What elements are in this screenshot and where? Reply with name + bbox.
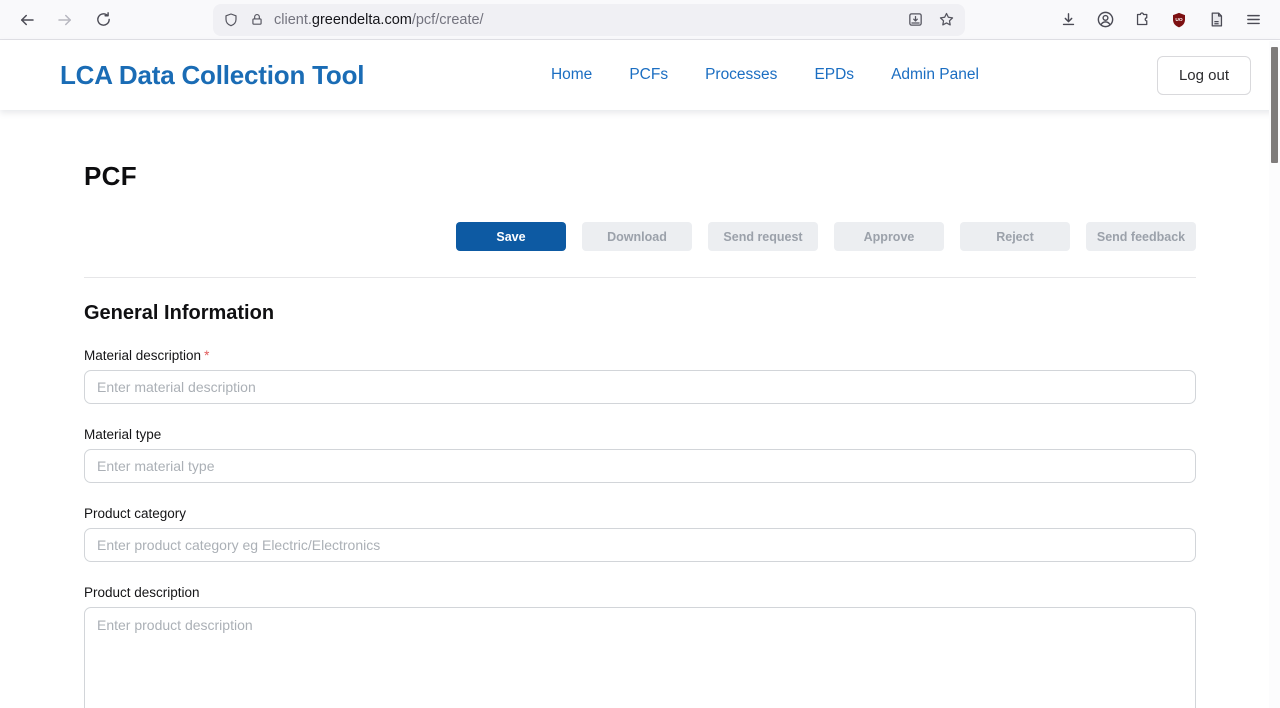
main-nav: Home PCFs Processes EPDs Admin Panel bbox=[551, 66, 979, 84]
product-description-label: Product description bbox=[84, 585, 1196, 600]
url-bar[interactable]: client.greendelta.com/pcf/create/ bbox=[213, 4, 965, 36]
refresh-icon[interactable] bbox=[88, 5, 118, 35]
product-category-input[interactable] bbox=[84, 528, 1196, 562]
nav-item-home[interactable]: Home bbox=[551, 66, 592, 84]
ublock-shield-icon[interactable]: UO bbox=[1164, 5, 1194, 35]
product-category-label: Product category bbox=[84, 506, 1196, 521]
lock-icon[interactable] bbox=[250, 12, 264, 27]
field-material-description: Material description* bbox=[84, 348, 1196, 404]
brand-title[interactable]: LCA Data Collection Tool bbox=[60, 60, 364, 91]
send-request-button[interactable]: Send request bbox=[708, 222, 818, 251]
url-path: /pcf/create/ bbox=[412, 12, 484, 28]
action-buttons-row: Save Download Send request Approve Rejec… bbox=[84, 222, 1196, 251]
save-button[interactable]: Save bbox=[456, 222, 566, 251]
extensions-icon[interactable] bbox=[1127, 5, 1157, 35]
field-product-description: Product description bbox=[84, 585, 1196, 708]
page-scrollbar-track[interactable] bbox=[1269, 41, 1280, 708]
site-header: LCA Data Collection Tool Home PCFs Proce… bbox=[0, 40, 1280, 110]
ublock-label: UO bbox=[1175, 17, 1183, 23]
download-button[interactable]: Download bbox=[582, 222, 692, 251]
material-type-input[interactable] bbox=[84, 449, 1196, 483]
field-material-type: Material type bbox=[84, 427, 1196, 483]
required-asterisk: * bbox=[204, 348, 209, 363]
reject-button[interactable]: Reject bbox=[960, 222, 1070, 251]
document-icon[interactable] bbox=[1201, 5, 1231, 35]
product-description-textarea[interactable] bbox=[84, 607, 1196, 708]
shield-icon[interactable] bbox=[223, 12, 239, 28]
download-icon[interactable] bbox=[1053, 5, 1083, 35]
logout-button[interactable]: Log out bbox=[1157, 56, 1251, 95]
main-content: PCF Save Download Send request Approve R… bbox=[0, 163, 1280, 708]
field-product-category: Product category bbox=[84, 506, 1196, 562]
back-icon[interactable] bbox=[12, 5, 42, 35]
nav-item-pcfs[interactable]: PCFs bbox=[629, 66, 668, 84]
page-title: PCF bbox=[84, 163, 1196, 189]
material-description-label: Material description* bbox=[84, 348, 1196, 363]
url-domain: greendelta.com bbox=[312, 12, 412, 28]
material-description-input[interactable] bbox=[84, 370, 1196, 404]
menu-icon[interactable] bbox=[1238, 5, 1268, 35]
nav-item-epds[interactable]: EPDs bbox=[814, 66, 854, 84]
section-divider bbox=[84, 277, 1196, 278]
forward-icon[interactable] bbox=[50, 5, 80, 35]
send-feedback-button[interactable]: Send feedback bbox=[1086, 222, 1196, 251]
approve-button[interactable]: Approve bbox=[834, 222, 944, 251]
save-page-icon[interactable] bbox=[907, 11, 924, 28]
url-prefix: client. bbox=[274, 12, 312, 28]
nav-item-admin-panel[interactable]: Admin Panel bbox=[891, 66, 979, 84]
toolbar-right-icons: UO bbox=[1046, 5, 1268, 35]
bookmark-star-icon[interactable] bbox=[938, 11, 955, 28]
page-scrollbar-thumb[interactable] bbox=[1271, 47, 1278, 163]
nav-item-processes[interactable]: Processes bbox=[705, 66, 777, 84]
account-icon[interactable] bbox=[1090, 5, 1120, 35]
material-type-label: Material type bbox=[84, 427, 1196, 442]
section-title: General Information bbox=[84, 302, 1196, 325]
url-text: client.greendelta.com/pcf/create/ bbox=[274, 12, 484, 28]
browser-toolbar: client.greendelta.com/pcf/create/ UO bbox=[0, 0, 1280, 40]
